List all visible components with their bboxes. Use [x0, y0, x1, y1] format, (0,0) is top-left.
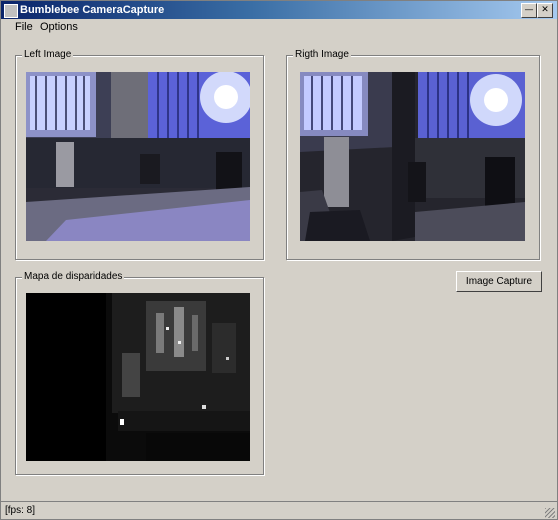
status-bar: [fps: 8]: [1, 501, 557, 519]
window-title: Bumblebee CameraCapture: [20, 4, 165, 16]
minimize-button[interactable]: —: [521, 3, 537, 18]
right-image-group: Rigth Image: [286, 49, 540, 260]
right-image-view: [300, 72, 525, 241]
menu-file[interactable]: File: [15, 21, 33, 33]
left-image-view: [26, 72, 250, 241]
left-image-group: Left Image: [15, 49, 264, 260]
main-window: Bumblebee CameraCapture — ✕ File Options…: [0, 0, 558, 520]
close-icon: ✕: [541, 5, 549, 15]
disparity-map-view: [26, 293, 250, 461]
minimize-icon: —: [524, 5, 534, 15]
close-button[interactable]: ✕: [537, 3, 553, 18]
resize-grip-icon[interactable]: [545, 508, 555, 518]
title-bar[interactable]: Bumblebee CameraCapture — ✕: [1, 1, 557, 19]
disparity-label: Mapa de disparidades: [22, 271, 125, 282]
image-capture-button[interactable]: Image Capture: [456, 271, 542, 292]
menu-options[interactable]: Options: [40, 21, 78, 33]
menu-bar: File Options: [1, 19, 557, 34]
fps-status: [fps: 8]: [5, 505, 36, 516]
left-image-label: Left Image: [22, 49, 74, 60]
app-icon: [4, 4, 18, 18]
disparity-group: Mapa de disparidades: [15, 271, 264, 475]
right-image-label: Rigth Image: [293, 49, 351, 60]
